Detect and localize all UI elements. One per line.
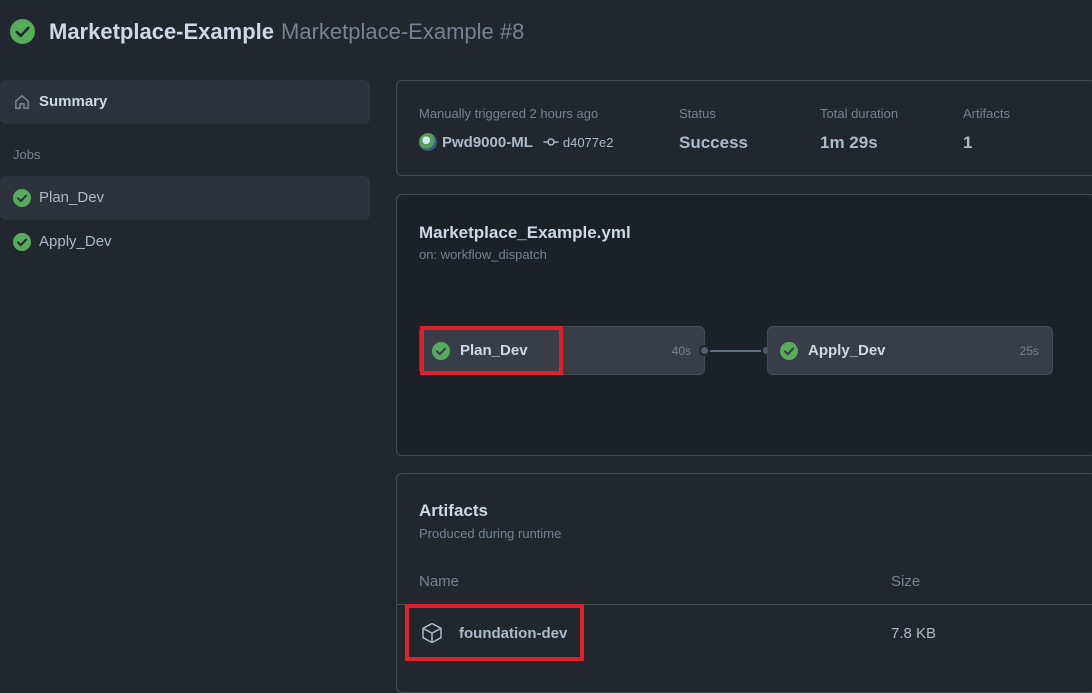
job-node-plan-dev[interactable]: Plan_Dev 40s (419, 326, 705, 375)
duration-info: Total duration 1m 29s (820, 106, 898, 153)
avatar[interactable] (419, 133, 437, 151)
status-label: Status (679, 106, 716, 121)
check-circle-fill-icon (13, 189, 31, 207)
divider (397, 604, 1092, 605)
actor-row: Pwd9000-ML d4077e2 (419, 133, 613, 151)
connector-port (699, 345, 710, 356)
job-node-duration: 25s (1019, 344, 1039, 358)
check-circle-fill-icon (10, 19, 35, 44)
artifacts-count[interactable]: 1 (963, 133, 1010, 153)
check-circle-fill-icon (780, 342, 798, 360)
status-value: Success (679, 133, 748, 152)
sidebar-item-apply-dev[interactable]: Apply_Dev (0, 220, 370, 264)
artifacts-panel: Artifacts Produced during runtime Name S… (396, 473, 1092, 693)
artifacts-subtitle: Produced during runtime (419, 526, 562, 541)
job-node-name: Plan_Dev (460, 342, 528, 359)
sidebar-item-label: Summary (39, 93, 108, 110)
run-summary-panel: Manually triggered 2 hours ago Pwd9000-M… (396, 80, 1092, 176)
duration-label: Total duration (820, 106, 899, 121)
run-name: Marketplace-Example #8 (281, 19, 525, 44)
status-info: Status Success (679, 106, 748, 153)
commit-sha-link[interactable]: d4077e2 (563, 135, 614, 150)
page-title: Marketplace-Example Marketplace-Example #… (49, 18, 524, 46)
actor-link[interactable]: Pwd9000-ML (442, 134, 533, 151)
artifact-download-link[interactable]: foundation-dev (459, 625, 567, 642)
job-node-name: Apply_Dev (808, 342, 886, 359)
home-icon (15, 95, 29, 109)
job-connector (707, 350, 767, 352)
artifacts-info: Artifacts 1 (963, 106, 1010, 153)
trigger-label: Manually triggered 2 hours ago (419, 106, 599, 121)
sidebar-item-summary[interactable]: Summary (0, 80, 370, 124)
job-node-duration: 40s (671, 344, 691, 358)
column-header-name: Name (419, 573, 460, 590)
workflow-name-link[interactable]: Marketplace-Example (49, 19, 274, 44)
sidebar-item-label: Plan_Dev (39, 189, 105, 206)
artifacts-label: Artifacts (963, 106, 1010, 121)
workflow-graph-panel: Marketplace_Example.yml on: workflow_dis… (396, 194, 1092, 456)
sidebar-item-label: Apply_Dev (39, 233, 112, 250)
duration-value: 1m 29s (820, 133, 878, 152)
git-commit-icon (543, 138, 559, 146)
page-header: Marketplace-Example Marketplace-Example #… (0, 0, 1092, 64)
sidebar-item-plan-dev[interactable]: Plan_Dev (0, 176, 370, 220)
job-node-apply-dev[interactable]: Apply_Dev 25s (767, 326, 1053, 375)
workflow-file-name: Marketplace_Example.yml (419, 223, 631, 242)
package-icon (422, 622, 442, 644)
artifacts-title: Artifacts (419, 501, 488, 520)
jobs-heading: Jobs (13, 147, 41, 162)
workflow-trigger: on: workflow_dispatch (419, 247, 547, 262)
column-header-size: Size (891, 573, 921, 590)
artifact-size: 7.8 KB (891, 625, 937, 642)
trigger-info: Manually triggered 2 hours ago Pwd9000-M… (419, 106, 613, 151)
check-circle-fill-icon (13, 233, 31, 251)
check-circle-fill-icon (432, 342, 450, 360)
